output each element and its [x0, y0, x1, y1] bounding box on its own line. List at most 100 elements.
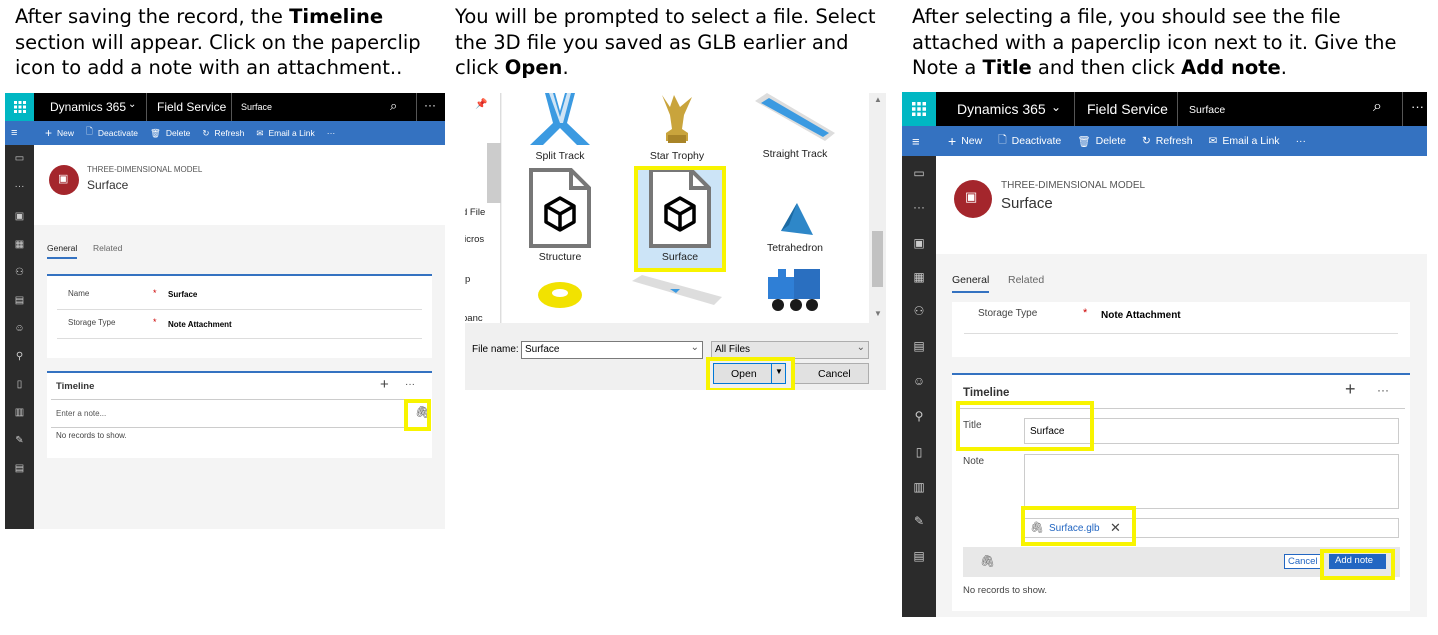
cancel-note-button[interactable]: Cancel [1284, 554, 1324, 569]
app-launcher-icon[interactable] [5, 93, 34, 121]
file-torus[interactable] [537, 280, 583, 310]
more-icon[interactable]: ··· [1377, 383, 1389, 397]
storage-type-field[interactable]: Note Attachment [168, 320, 232, 329]
file-name-input[interactable]: Surface ⌄ [521, 341, 703, 359]
sidebar-phone-icon[interactable]: ▯ [5, 379, 34, 390]
hamburger-icon[interactable]: ≡ [11, 127, 33, 139]
deactivate-button[interactable]: 🗋 Deactivate [86, 126, 138, 140]
app-launcher-icon[interactable] [902, 92, 936, 126]
chevron-down-icon[interactable]: ⌄ [691, 342, 699, 353]
note-input[interactable]: Enter a note... [56, 409, 106, 418]
more-commands-button[interactable]: ··· [1296, 135, 1307, 147]
tab-general[interactable]: General [47, 243, 78, 259]
refresh-icon: ↻ [202, 127, 210, 138]
hamburger-icon[interactable]: ≡ [912, 134, 932, 149]
sidebar-booking-icon[interactable]: ▤ [5, 295, 34, 306]
sidebar: ▭ ··· ▣ ▦ ⚇ ▤ ☺ ⚲ ▯ ▥ ✎ ▤ [902, 156, 936, 617]
scroll-down-icon[interactable]: ▼ [874, 309, 882, 318]
sidebar-people-icon[interactable]: ⚇ [5, 267, 34, 278]
file-tetrahedron[interactable]: Tetrahedron [745, 203, 845, 263]
sidebar-notes-icon[interactable]: ▤ [5, 463, 34, 474]
sidebar-document-icon[interactable]: ▥ [5, 407, 34, 418]
scroll-thumb[interactable] [872, 231, 883, 287]
email-link-button[interactable]: ✉ Email a Link [1209, 135, 1280, 147]
name-field[interactable]: Surface [168, 290, 197, 299]
more-icon[interactable]: ··· [424, 98, 436, 112]
model-icon: ▣ [965, 189, 978, 204]
module-name[interactable]: Field Service [1087, 101, 1168, 117]
email-link-button[interactable]: ✉ Email a Link [256, 128, 314, 139]
file-track-piece[interactable] [632, 271, 722, 311]
tab-related[interactable]: Related [93, 243, 122, 253]
trash-icon: 🗑 [150, 127, 161, 138]
module-name[interactable]: Field Service [157, 100, 226, 114]
sidebar-notes-icon[interactable]: ▤ [902, 549, 936, 563]
sidebar-location-icon[interactable]: ⚲ [902, 409, 936, 423]
tab-related[interactable]: Related [1008, 274, 1044, 286]
nav-item[interactable]: licros [465, 234, 484, 245]
scroll-up-icon[interactable]: ▲ [874, 95, 882, 104]
sidebar-wrench-icon[interactable]: ✎ [5, 435, 34, 446]
note-body-input[interactable] [1024, 454, 1399, 509]
sidebar-booking-icon[interactable]: ▤ [902, 339, 936, 353]
file-star-trophy[interactable]: Star Trophy [627, 93, 727, 163]
file-label: Split Track [535, 150, 585, 162]
add-icon[interactable]: + [380, 376, 389, 393]
chevron-down-icon[interactable]: ⌄ [1051, 100, 1061, 114]
more-commands-button[interactable]: ··· [327, 128, 336, 138]
app-name[interactable]: Dynamics 365 [957, 101, 1046, 117]
sidebar-contact-icon[interactable]: ☺ [902, 374, 936, 388]
new-button[interactable]: + New [45, 126, 74, 140]
app-name[interactable]: Dynamics 365 [50, 100, 126, 114]
record-tab[interactable]: Surface [241, 102, 272, 112]
sidebar-more-icon[interactable]: ··· [5, 181, 34, 192]
file-split-track[interactable]: Split Track [510, 93, 610, 163]
storage-type-field[interactable]: Note Attachment [1101, 310, 1181, 321]
sidebar-calendar-icon[interactable]: ▦ [5, 239, 34, 250]
search-icon[interactable]: ⌕ [1373, 98, 1382, 116]
file-label: Tetrahedron [766, 242, 824, 254]
plus-icon: + [45, 126, 53, 140]
sidebar-recent-icon[interactable]: ▭ [5, 153, 34, 164]
sidebar-recent-icon[interactable]: ▭ [902, 166, 936, 180]
sidebar-location-icon[interactable]: ⚲ [5, 351, 34, 362]
sidebar-dashboard-icon[interactable]: ▣ [902, 236, 936, 250]
sidebar-document-icon[interactable]: ▥ [902, 480, 936, 494]
sidebar: ▭ ··· ▣ ▦ ⚇ ▤ ☺ ⚲ ▯ ▥ ✎ ▤ [5, 145, 34, 529]
nav-item[interactable]: d File [465, 207, 485, 218]
more-icon[interactable]: ··· [405, 379, 415, 390]
add-icon[interactable]: + [1345, 379, 1356, 400]
nav-item[interactable]: panc [465, 313, 483, 324]
tab-general[interactable]: General [952, 274, 990, 293]
file-structure[interactable]: Structure [510, 168, 610, 263]
delete-button[interactable]: 🗑 Delete [150, 128, 190, 139]
vertical-scrollbar[interactable]: ▲ ▼ [869, 93, 886, 323]
deactivate-button[interactable]: 🗋 Deactivate [998, 132, 1061, 150]
nav-scrollbar[interactable] [487, 143, 501, 203]
refresh-button[interactable]: ↻ Refresh [1142, 135, 1193, 147]
pin-icon[interactable]: 📌 [475, 99, 487, 110]
delete-label: Delete [1095, 135, 1126, 147]
cancel-button[interactable]: Cancel [794, 363, 869, 384]
record-tab[interactable]: Surface [1189, 104, 1225, 116]
instruction-bold: Open [504, 56, 563, 79]
search-icon[interactable]: ⌕ [390, 98, 397, 114]
file-train[interactable] [764, 265, 828, 313]
delete-button[interactable]: 🗑 Delete [1077, 135, 1126, 148]
paperclip-icon[interactable]: 🖇 [980, 554, 995, 568]
nav-item[interactable]: p [465, 274, 470, 285]
sidebar-dashboard-icon[interactable]: ▣ [5, 211, 34, 222]
sidebar-contact-icon[interactable]: ☺ [5, 323, 34, 334]
more-icon[interactable]: ··· [1411, 99, 1424, 114]
sidebar-people-icon[interactable]: ⚇ [902, 304, 936, 318]
file-straight-track[interactable]: Straight Track [745, 93, 845, 163]
sidebar-more-icon[interactable]: ··· [902, 200, 936, 214]
sidebar-calendar-icon[interactable]: ▦ [902, 270, 936, 284]
no-records-text: No records to show. [963, 585, 1047, 596]
sidebar-wrench-icon[interactable]: ✎ [902, 514, 936, 528]
new-button[interactable]: + New [948, 133, 982, 149]
chevron-down-icon[interactable]: ⌄ [128, 99, 136, 110]
top-nav-bar: Dynamics 365 ⌄ Field Service Surface ⌕ ·… [902, 92, 1427, 126]
sidebar-phone-icon[interactable]: ▯ [902, 445, 936, 459]
refresh-button[interactable]: ↻ Refresh [202, 128, 244, 139]
